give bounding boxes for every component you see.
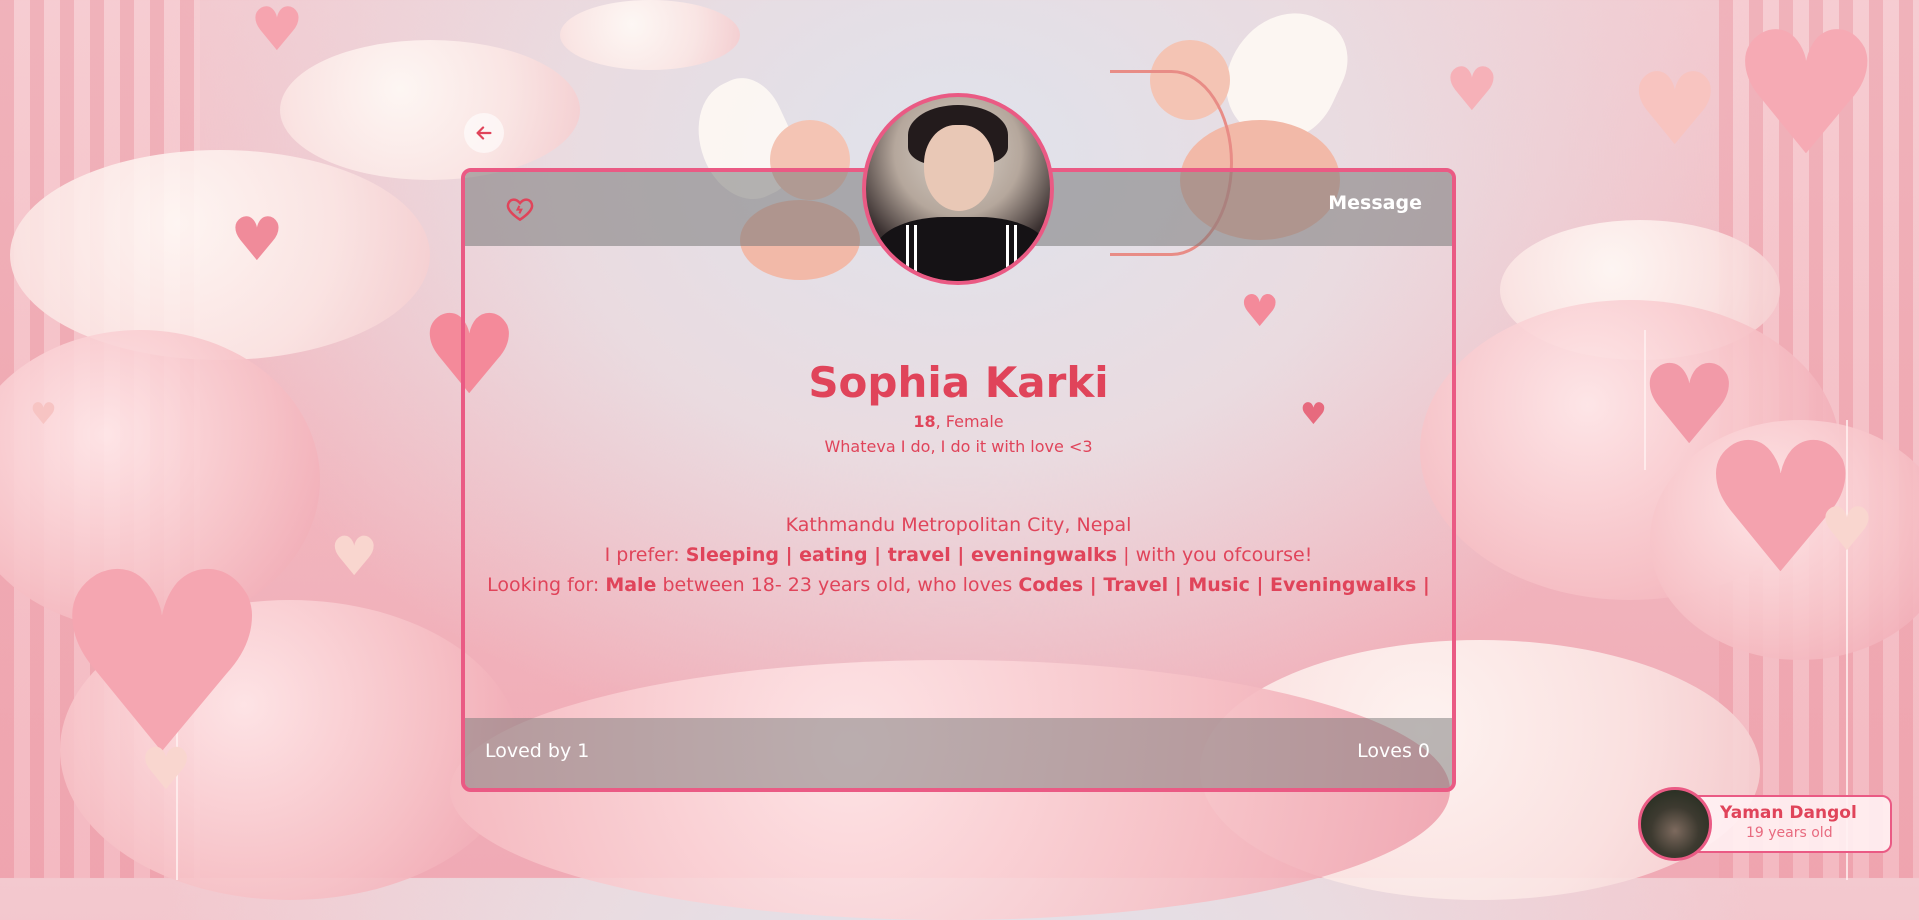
heart-decoration: ♥ (1700, 405, 1862, 614)
looking-for-line: Looking for: Male between 18- 23 years o… (461, 574, 1456, 596)
heart-decoration: ♥ (1820, 495, 1874, 565)
heart-outline-icon[interactable] (505, 194, 535, 224)
current-user-avatar[interactable] (1638, 787, 1712, 861)
looking-label: Looking for: (487, 574, 606, 596)
current-user-name: Yaman Dangol (1720, 803, 1857, 823)
gender-value: , Female (935, 412, 1004, 431)
looking-middle: between 18- 23 years old, who loves (656, 574, 1019, 596)
cloud (1650, 420, 1919, 660)
profile-name: Sophia Karki (808, 358, 1109, 407)
cloud (1420, 300, 1840, 600)
heart-decoration: ♥ (1640, 341, 1739, 469)
back-button[interactable] (464, 113, 504, 153)
loved-by-count: Loved by 1 (485, 740, 590, 762)
heart-decoration: ♥ (1730, 0, 1883, 194)
loves-count: Loves 0 (1357, 740, 1430, 762)
heart-decoration: ♥ (140, 735, 192, 803)
heart-decoration: ♥ (1445, 55, 1499, 125)
looking-gender: Male (605, 574, 657, 596)
curtain-right (1719, 0, 1919, 878)
cloud (10, 150, 430, 360)
arrow-left-icon (476, 126, 492, 140)
card-footer-bar: Loved by 1 Loves 0 (465, 718, 1452, 788)
heart-string (1644, 330, 1646, 470)
preferences-line: I prefer: Sleeping | eating | travel | e… (461, 544, 1456, 566)
current-user-age: 19 years old (1746, 825, 1833, 841)
heart-string (176, 640, 178, 880)
prefer-items: Sleeping | eating | travel | eveningwalk… (685, 544, 1118, 566)
cloud (280, 40, 580, 180)
current-user-chip[interactable]: Yaman Dangol 19 years old (1638, 787, 1894, 861)
prefer-suffix: | with you ofcourse! (1117, 544, 1313, 566)
heart-decoration: ♥ (330, 525, 379, 588)
heart-decoration: ♥ (30, 397, 57, 432)
cloud (0, 330, 320, 630)
message-button[interactable]: Message (1328, 192, 1422, 214)
heart-decoration: ♥ (230, 205, 284, 275)
prefer-label: I prefer: (604, 544, 686, 566)
profile-bio: Whateva I do, I do it with love <3 (824, 437, 1093, 456)
age-gender: 18, Female (461, 412, 1456, 431)
cloud (560, 0, 740, 70)
heart-decoration: ♥ (250, 0, 304, 65)
heart-decoration: ♥ (50, 519, 275, 810)
curtain-left (0, 0, 200, 878)
cloud (60, 600, 520, 900)
heart-decoration: ♥ (1630, 51, 1720, 168)
profile-avatar (862, 93, 1054, 285)
age-value: 18 (913, 412, 936, 431)
looking-items: Codes | Travel | Music | Eveningwalks | (1018, 574, 1430, 596)
cloud (1500, 220, 1780, 360)
profile-location: Kathmandu Metropolitan City, Nepal (785, 514, 1132, 536)
